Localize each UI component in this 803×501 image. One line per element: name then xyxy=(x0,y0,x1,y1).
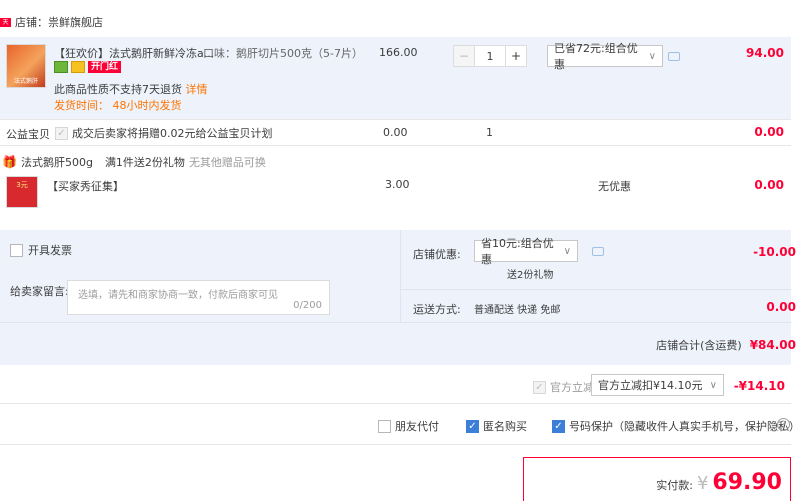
payment-amount: 69.90 xyxy=(712,470,782,495)
anonymous-label: 匿名购买 xyxy=(483,420,527,433)
detail-link[interactable]: 详情 xyxy=(186,83,208,96)
friend-pay-checkbox[interactable] xyxy=(378,419,391,433)
qty-input[interactable]: 1 xyxy=(475,45,505,67)
shipping-label: 运送方式: xyxy=(413,303,461,316)
item-discount-value: 已省72元:组合优惠 xyxy=(554,42,638,71)
ship-time: 发货时间： 48小时内发货 xyxy=(54,99,182,112)
shop-header: 天猫 店铺： 祟鲜旗舰店 xyxy=(0,14,103,35)
gift-note: 无其他赠品可换 xyxy=(188,156,266,169)
charity-qty: 1 xyxy=(486,126,493,139)
no-return-text: 此商品性质不支持7天退货 xyxy=(54,83,182,96)
official-discount-select[interactable]: 官方立减扣¥14.10元 ∨ xyxy=(591,374,724,396)
credit-card-icon xyxy=(71,61,85,73)
shop-total-amount: ¥84.00 xyxy=(749,338,796,352)
message-textarea[interactable]: 选填，请先和商家协商一致，付款后商家可见 0/200 xyxy=(67,280,330,315)
shop-name-link[interactable]: 祟鲜旗舰店 xyxy=(48,14,103,30)
shop-label: 店铺： xyxy=(15,16,48,29)
payment-label: 实付款: xyxy=(656,479,693,492)
charity-checkbox: ✓ xyxy=(55,126,68,140)
privacy-label: 号码保护（隐藏收件人真实手机号，保护隐私） xyxy=(569,420,800,433)
official-discount-label: 官方立减 xyxy=(550,381,594,394)
item-thumbnail[interactable]: 法式鹅肝 xyxy=(6,44,46,88)
gift-header: 🎁 法式鹅肝500g 满1件送2份礼物 无其他赠品可换 xyxy=(2,154,266,170)
chevron-down-icon: ∨ xyxy=(563,245,571,257)
gift-thumb-caption: 3元 xyxy=(16,181,28,189)
invoice-checkbox[interactable] xyxy=(10,243,23,257)
shop-total: 店铺合计(含运费) ¥84.00 xyxy=(656,337,796,353)
thumb-caption: 法式鹅肝 xyxy=(13,78,38,85)
item-discount-select[interactable]: 已省72元:组合优惠 ∨ xyxy=(547,42,663,71)
charity-desc: 成交后卖家将捐赠0.02元给公益宝贝计划 xyxy=(72,127,273,140)
shop-discount-label: 店铺优惠: xyxy=(413,248,461,261)
gift-item-discount: 无优惠 xyxy=(598,180,631,193)
shop-gift-note: 送2份礼物 xyxy=(507,270,554,281)
qty-plus-button[interactable]: + xyxy=(505,45,527,67)
message-icon[interactable] xyxy=(592,247,604,256)
shop-total-label: 店铺合计(含运费) xyxy=(656,339,742,352)
item-title-link[interactable]: 【狂欢价】法式鹅肝新鲜冷冻a... xyxy=(54,45,214,61)
anonymous-option[interactable]: ✓ 匿名购买 xyxy=(466,418,527,434)
anonymous-checkbox[interactable]: ✓ xyxy=(466,419,479,433)
gift-item-title[interactable]: 【买家秀征集】 xyxy=(47,178,124,194)
gift-icon: 🎁 xyxy=(2,155,17,169)
message-label: 给卖家留言: xyxy=(10,285,69,298)
shop-discount-amount: -10.00 xyxy=(753,245,796,259)
gift-promo: 满1件送2份礼物 xyxy=(104,156,185,169)
friend-pay-option[interactable]: 朋友代付 xyxy=(378,418,439,434)
message-icon[interactable] xyxy=(668,52,680,61)
gift-item-subtotal: 0.00 xyxy=(754,178,784,192)
item-price: 166.00 xyxy=(379,46,418,59)
gift-item-price: 3.00 xyxy=(385,178,410,191)
qty-minus-button[interactable]: − xyxy=(453,45,475,67)
official-discount-amount: -¥14.10 xyxy=(733,379,785,393)
chevron-down-icon: ∨ xyxy=(709,379,717,391)
gift-name: 法式鹅肝500g xyxy=(20,156,93,169)
service-icons: 开门红 xyxy=(54,61,122,73)
charity-price: 0.00 xyxy=(383,126,408,139)
item-spec: 口味：鹅肝切片500克（5-7片） xyxy=(203,47,363,60)
shipping-amount: 0.00 xyxy=(766,300,796,314)
official-discount-option[interactable]: ✓ 官方立减 xyxy=(533,379,594,395)
invoice-option[interactable]: 开具发票 xyxy=(10,242,72,258)
tmall-service-icon xyxy=(54,61,68,73)
gift-thumbnail[interactable]: 3元 xyxy=(6,176,38,208)
shop-discount-select[interactable]: 省10元:组合优惠 ∨ xyxy=(474,237,578,266)
payment-summary: 实付款: ¥ 69.90 xyxy=(523,457,791,501)
invoice-label: 开具发票 xyxy=(28,244,72,257)
official-discount-value: 官方立减扣¥14.10元 xyxy=(598,379,703,392)
privacy-checkbox[interactable]: ✓ xyxy=(552,419,565,433)
shop-discount-value: 省10元:组合优惠 xyxy=(481,237,554,266)
message-placeholder: 选填，请先和商家协商一致，付款后商家可见 xyxy=(78,290,278,301)
charity-label: 公益宝贝 xyxy=(6,128,50,141)
promo-badge: 开门红 xyxy=(88,61,122,73)
charity-subtotal: 0.00 xyxy=(754,125,784,139)
charity-option: ✓ 成交后卖家将捐赠0.02元给公益宝贝计划 xyxy=(55,125,273,141)
quantity-stepper: − 1 + xyxy=(453,45,527,67)
friend-pay-label: 朋友代付 xyxy=(395,420,439,433)
official-discount-checkbox[interactable]: ✓ xyxy=(533,380,546,394)
payment-currency: ¥ xyxy=(696,473,709,494)
chevron-down-icon: ∨ xyxy=(648,50,656,62)
message-counter: 0/200 xyxy=(293,300,322,311)
tmall-badge-icon: 天猫 xyxy=(0,17,11,35)
help-icon[interactable]: ? xyxy=(777,418,790,431)
no-return-note: 此商品性质不支持7天退货 详情 xyxy=(54,81,208,97)
privacy-option[interactable]: ✓ 号码保护（隐藏收件人真实手机号，保护隐私） xyxy=(552,418,800,434)
shipping-method: 普通配送 快递 免邮 xyxy=(474,305,561,316)
item-subtotal: 94.00 xyxy=(746,46,784,60)
